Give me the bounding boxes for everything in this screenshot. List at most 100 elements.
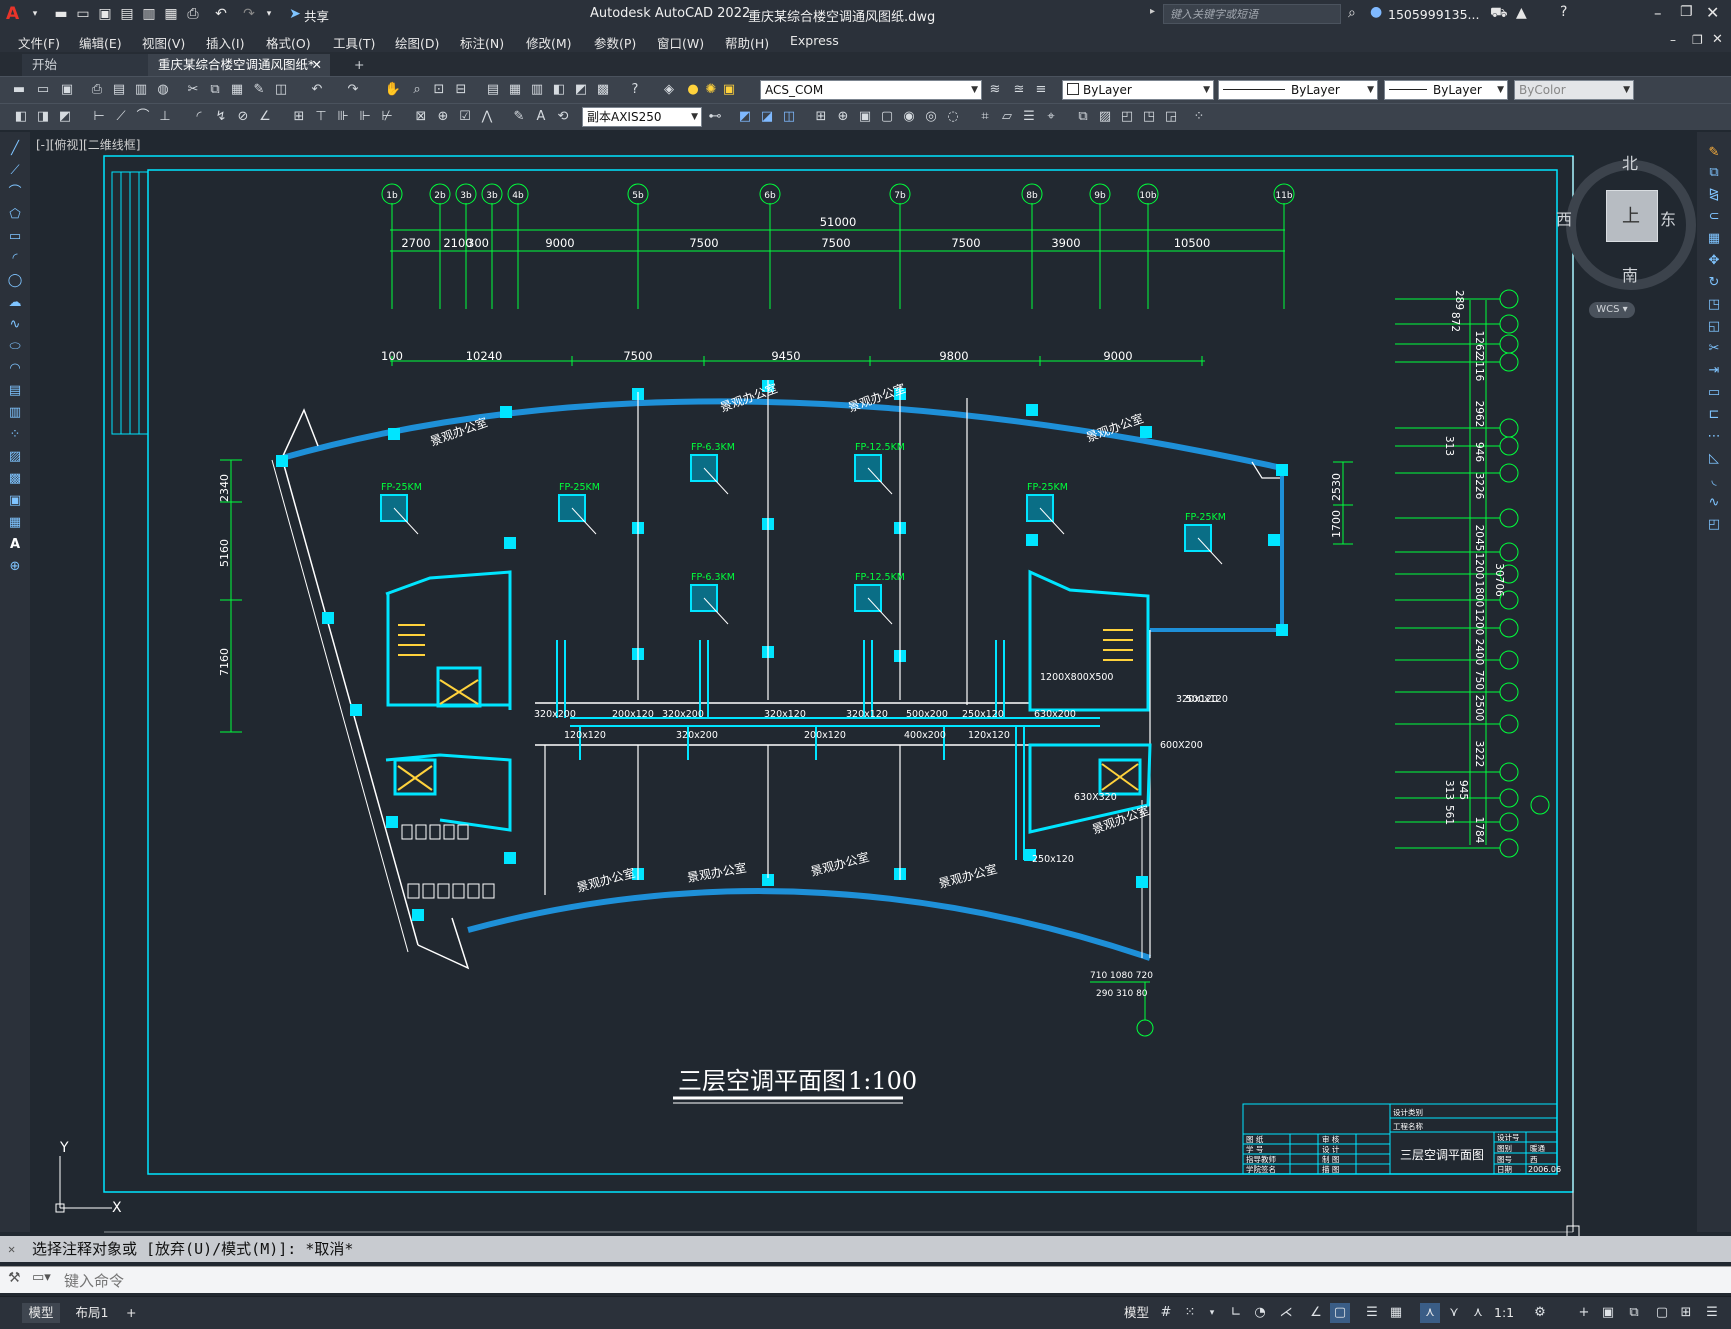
column xyxy=(1276,624,1288,636)
fan-coil-label: FP-25KM xyxy=(381,482,422,493)
title-block-row: 学院签名 xyxy=(1246,1164,1276,1174)
duct-label: 120x120 xyxy=(564,730,606,741)
west-wall xyxy=(281,457,419,946)
command-input[interactable] xyxy=(62,1269,1706,1293)
right-dim: 1200 xyxy=(1473,609,1485,636)
annotation-scale-value[interactable]: 1:1 xyxy=(1494,1303,1514,1323)
axis-label: 9b xyxy=(1094,191,1106,201)
fan-coil-label: FP-6.3KM xyxy=(691,442,735,453)
right-dim: 289 xyxy=(1453,290,1465,310)
polar-icon[interactable]: ◔ xyxy=(1250,1303,1270,1323)
title-block-small: 图别 xyxy=(1497,1144,1512,1153)
command-close-icon[interactable]: ✕ xyxy=(8,1236,15,1262)
toilet xyxy=(415,824,427,840)
snap-icon[interactable]: ⁙ xyxy=(1180,1303,1200,1323)
column xyxy=(322,612,334,624)
object-snap-icon[interactable]: ▢ xyxy=(1330,1303,1350,1323)
ucs-y-label: Y xyxy=(59,1140,69,1156)
annotation-scale-icon[interactable]: ⋏ xyxy=(1468,1303,1488,1323)
auto-scale-icon[interactable]: ⋎ xyxy=(1444,1303,1464,1323)
column xyxy=(504,852,516,864)
snap-dropdown-icon[interactable]: ▾ xyxy=(1202,1303,1222,1323)
right-dim: 946 xyxy=(1473,442,1485,462)
isodraft-icon[interactable]: ⋌ xyxy=(1276,1303,1296,1323)
right-axis-bubble xyxy=(1499,436,1519,456)
annotation-monitor-icon[interactable]: + xyxy=(1574,1303,1594,1323)
top-axis-bubbles: 1b 2b 3b 3b 4b 5b 6b 7b 8b 9b 10b 11b xyxy=(381,183,1295,205)
axis-label: 6b xyxy=(764,191,776,201)
command-history: ✕ 选择注释对象或 [放弃(U)/模式(M)]: *取消* xyxy=(0,1236,1731,1262)
right-axis-bubble xyxy=(1499,762,1519,782)
right-dim: 872 xyxy=(1449,312,1461,332)
axis-label: 8b xyxy=(1026,191,1038,201)
right-axis-bubble xyxy=(1499,682,1519,702)
column xyxy=(1268,534,1280,546)
transparency-icon[interactable]: ▦ xyxy=(1386,1303,1406,1323)
right-dim: 2962 xyxy=(1473,401,1485,428)
compass-north[interactable]: 北 xyxy=(1622,150,1638,174)
room-label: 景观办公室 xyxy=(718,380,780,415)
customization-icon[interactable]: ☰ xyxy=(1702,1303,1722,1323)
duct-label: 1200X800X500 xyxy=(1040,672,1113,683)
compass-east[interactable]: 东 xyxy=(1660,206,1676,230)
left-dim-1: 2340 xyxy=(218,474,231,502)
right-dim: 1262 xyxy=(1473,331,1485,358)
units-icon[interactable]: ▣ xyxy=(1598,1303,1618,1323)
right-total-dim: 30706 xyxy=(1493,563,1505,597)
wcs-menu[interactable]: WCS ▾ xyxy=(1589,302,1635,318)
top-dim: 9000 xyxy=(545,236,574,250)
annotation-visibility-icon[interactable]: ⋏ xyxy=(1420,1303,1440,1323)
right-axis-bubble xyxy=(1499,542,1519,562)
graphics-performance-icon[interactable]: ▢ xyxy=(1652,1303,1672,1323)
model-space-toggle[interactable]: 模型 xyxy=(1124,1303,1149,1323)
toilet xyxy=(452,883,465,899)
command-input-bar: ⚒ ▭▾ xyxy=(0,1266,1731,1293)
room-label: 景观办公室 xyxy=(937,861,999,891)
title-block-row: 学 号 xyxy=(1246,1144,1263,1154)
title-block-row: 描 图 xyxy=(1322,1164,1339,1174)
add-layout-button[interactable]: + xyxy=(126,1303,136,1323)
right-dim: 2500 xyxy=(1473,695,1485,722)
toilet xyxy=(457,824,469,840)
ortho-icon[interactable]: ∟ xyxy=(1226,1303,1246,1323)
south-facade xyxy=(467,888,1151,961)
duct-label: 500x120 xyxy=(1186,694,1228,705)
fan-coil-label: FP-12.5KM xyxy=(855,572,905,583)
quick-properties-icon[interactable]: ⧉ xyxy=(1624,1303,1644,1323)
lineweight-icon[interactable]: ☰ xyxy=(1362,1303,1382,1323)
workspace-gear-icon[interactable]: ⚙ xyxy=(1530,1303,1550,1323)
recent-commands-icon[interactable]: ▭▾ xyxy=(32,1270,51,1285)
tab-layout1[interactable]: 布局1 xyxy=(70,1303,114,1323)
title-block-date: 2006.06 xyxy=(1528,1165,1561,1174)
bottom-dim-lines xyxy=(1090,981,1150,1020)
right-dim: 2400 xyxy=(1473,639,1485,666)
clean-screen-icon[interactable]: ⊞ xyxy=(1676,1303,1696,1323)
grid-icon[interactable]: # xyxy=(1156,1303,1176,1323)
status-bar: 模型 布局1 + 模型 # ⁙ ▾ ∟ ◔ ⋌ ∠ ▢ ☰ ▦ ⋏ ⋎ ⋏ 1:… xyxy=(0,1296,1731,1329)
right-axis-bubble xyxy=(1499,812,1519,832)
toilet-fixtures xyxy=(401,824,495,899)
fan-coil-label: FP-6.3KM xyxy=(691,572,735,583)
viewcube[interactable]: 上 北 南 东 西 xyxy=(1556,150,1706,300)
top-dim: 7500 xyxy=(951,236,980,250)
drawing-svg: 1b 2b 3b 3b 4b 5b 6b 7b 8b 9b 10b 11b 510002700 2100… xyxy=(55,155,1580,1239)
row2-dim: 100 xyxy=(381,349,403,363)
wcs-label: WCS xyxy=(1596,304,1620,315)
toilet xyxy=(482,883,495,899)
title-block-row: 指导教师 xyxy=(1246,1154,1276,1164)
fan-coil-label: FP-25KM xyxy=(559,482,600,493)
compass-west[interactable]: 西 xyxy=(1556,206,1572,230)
duct-label: 400x200 xyxy=(904,730,946,741)
top-dim: 300 xyxy=(467,236,489,250)
object-snap-tracking-icon[interactable]: ∠ xyxy=(1306,1303,1326,1323)
compass-south[interactable]: 南 xyxy=(1622,262,1638,286)
duct-label: 320x200 xyxy=(534,709,576,720)
right-axis-bubble xyxy=(1499,418,1519,438)
interior-partitions xyxy=(544,380,968,895)
axis-label: 11b xyxy=(1275,191,1292,201)
customize-wrench-icon[interactable]: ⚒ xyxy=(8,1270,21,1286)
column xyxy=(388,428,400,440)
tab-model[interactable]: 模型 xyxy=(22,1303,60,1323)
right-axis-bubble xyxy=(1499,714,1519,734)
right-axis-bubble xyxy=(1499,463,1519,483)
